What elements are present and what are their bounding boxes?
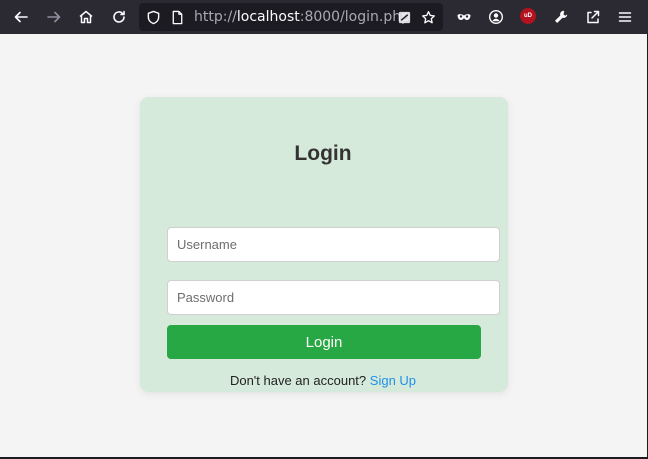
signup-link[interactable]: Sign Up	[370, 373, 416, 388]
hamburger-menu-icon	[618, 12, 632, 22]
login-card: Login Login Don't have an account? Sign …	[140, 97, 508, 392]
menu-button[interactable]	[613, 5, 637, 29]
signup-prompt: Don't have an account? Sign Up	[140, 373, 506, 388]
account-icon	[488, 9, 504, 25]
url-scheme: http://	[194, 9, 237, 25]
star-icon[interactable]	[420, 9, 436, 25]
signup-prompt-text: Don't have an account?	[229, 373, 367, 388]
share-button[interactable]	[581, 5, 605, 29]
reload-icon	[113, 10, 125, 23]
home-icon	[79, 10, 93, 24]
username-input[interactable]	[167, 227, 500, 262]
reload-button[interactable]	[107, 5, 131, 29]
page-content: Login Login Don't have an account? Sign …	[0, 34, 647, 457]
home-button[interactable]	[74, 5, 98, 29]
account-button[interactable]	[484, 5, 508, 29]
ublock-extension-icon[interactable]: uD	[520, 8, 536, 24]
wrench-button[interactable]	[549, 5, 573, 29]
forward-button[interactable]	[42, 5, 66, 29]
page-icon[interactable]	[169, 9, 185, 25]
wrench-icon	[555, 10, 568, 23]
share-icon	[587, 10, 600, 24]
mask-icon	[457, 14, 471, 20]
login-title: Login	[294, 142, 352, 165]
reader-view-icon[interactable]	[396, 9, 412, 25]
shield-icon[interactable]	[145, 9, 161, 25]
arrow-right-icon	[47, 11, 61, 23]
url-bar[interactable]: http://localhost:8000/login.php	[139, 3, 443, 31]
login-button[interactable]: Login	[167, 325, 481, 359]
url-host: localhost	[236, 9, 300, 25]
mask-button[interactable]	[452, 5, 476, 29]
url-text[interactable]: http://localhost:8000/login.php	[194, 10, 410, 24]
password-input[interactable]	[167, 280, 500, 315]
url-path: :8000/login.php	[299, 9, 410, 25]
back-button[interactable]	[9, 5, 33, 29]
browser-toolbar: http://localhost:8000/login.php uD	[0, 0, 648, 34]
arrow-left-icon	[14, 11, 28, 23]
